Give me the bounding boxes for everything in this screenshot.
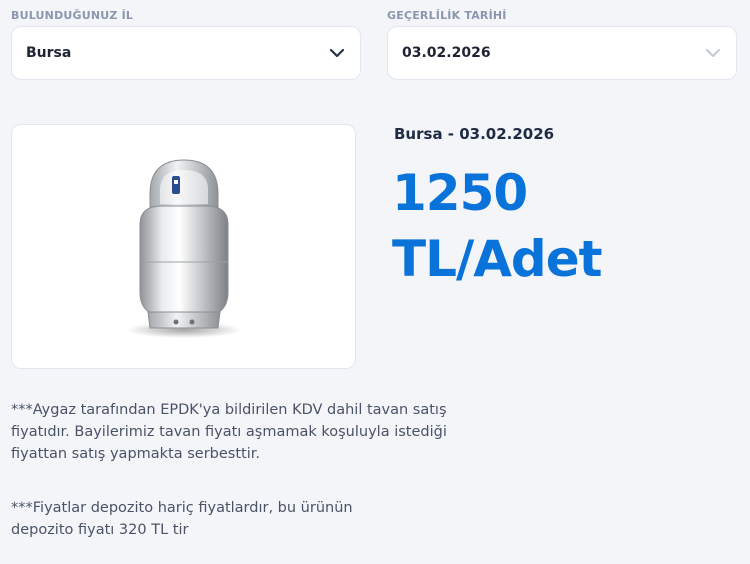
gas-cylinder-image [125, 158, 242, 338]
price-page: BULUNDUĞUNUZ İL Bursa GEÇERLİLİK TARİHİ … [0, 0, 750, 564]
chevron-down-icon[interactable] [328, 44, 346, 62]
price-note-deposit: ***Fiyatlar depozito hariç fiyatlardır, … [11, 500, 353, 538]
price-note-ceiling: ***Aygaz tarafından EPDK'ya bildirilen K… [11, 402, 447, 462]
product-image-card [11, 124, 356, 369]
province-value: Bursa [26, 45, 72, 61]
province-label: BULUNDUĞUNUZ İL [11, 9, 134, 22]
validity-date-label: GEÇERLİLİK TARİHİ [387, 9, 507, 22]
price-value: 1250 [392, 164, 528, 222]
validity-date-select[interactable]: 03.02.2026 [387, 26, 737, 80]
price-header: Bursa - 03.02.2026 [394, 125, 555, 143]
validity-date-value: 03.02.2026 [402, 45, 491, 61]
chevron-down-icon[interactable] [704, 44, 722, 62]
price-unit: TL/Adet [392, 230, 603, 288]
province-select[interactable]: Bursa [11, 26, 361, 80]
